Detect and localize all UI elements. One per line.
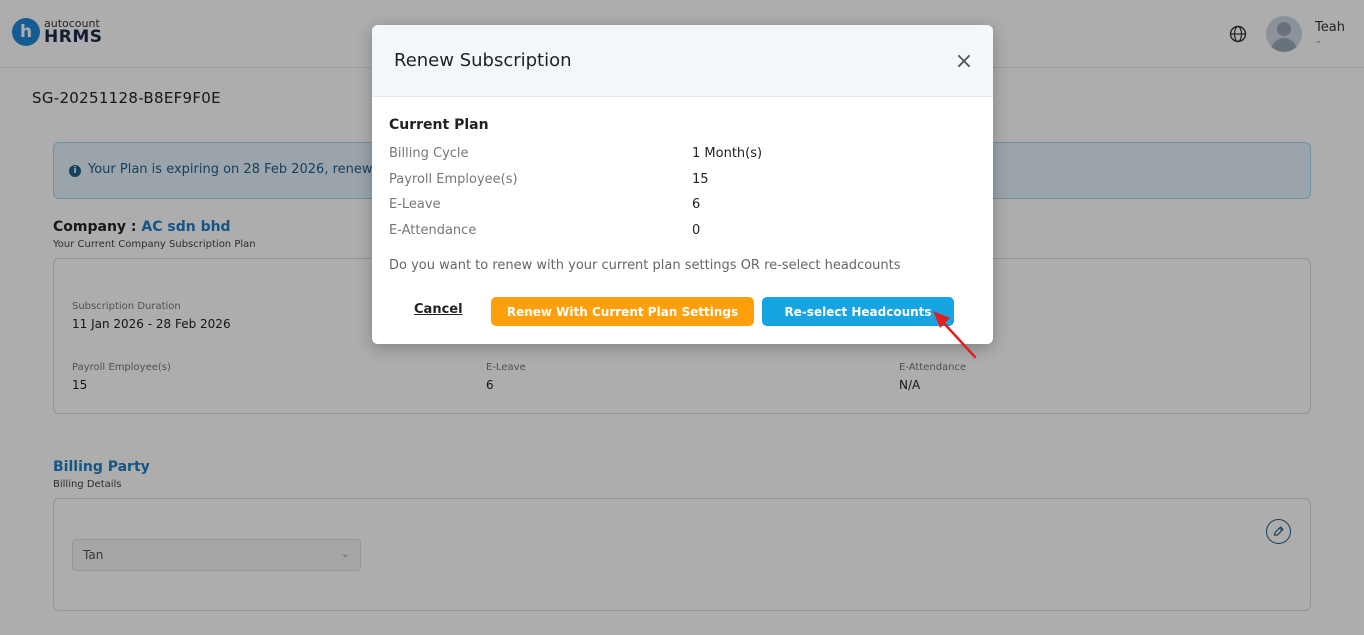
billing-cycle-value: 1 Month(s) [692, 146, 763, 161]
current-plan-title: Current Plan [389, 117, 489, 133]
modal-header: Renew Subscription × [372, 25, 993, 97]
renew-subscription-modal: Renew Subscription × Current Plan Billin… [372, 25, 993, 344]
modal-title: Renew Subscription [394, 50, 572, 71]
eattendance-label: E-Attendance [389, 223, 477, 238]
eleave-value: 6 [692, 197, 701, 212]
close-icon[interactable]: × [952, 51, 976, 75]
cancel-button[interactable]: Cancel [414, 302, 463, 317]
payroll-employees-label: Payroll Employee(s) [389, 172, 518, 187]
reselect-headcounts-button[interactable]: Re-select Headcounts [762, 297, 954, 326]
eattendance-value: 0 [692, 223, 701, 238]
eleave-label: E-Leave [389, 197, 441, 212]
payroll-employees-value: 15 [692, 172, 709, 187]
renew-current-plan-button[interactable]: Renew With Current Plan Settings [491, 297, 754, 326]
billing-cycle-label: Billing Cycle [389, 146, 469, 161]
renew-question: Do you want to renew with your current p… [389, 258, 901, 273]
